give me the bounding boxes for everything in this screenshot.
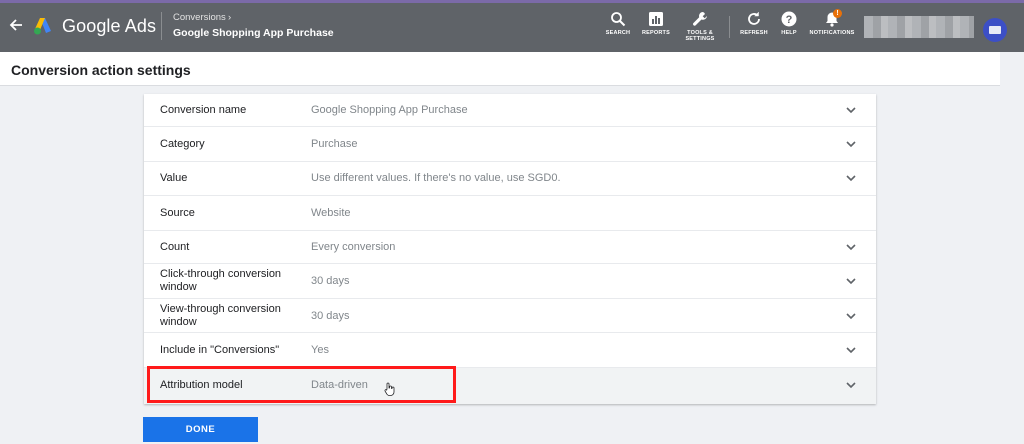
- setting-row-click-through-window[interactable]: Click-through conversion window 30 days: [144, 264, 876, 299]
- tools-settings-button[interactable]: TOOLS & SETTINGS: [680, 11, 720, 45]
- wrench-icon: [693, 12, 707, 26]
- search-icon: [611, 12, 626, 27]
- setting-label: Count: [160, 241, 190, 253]
- chevron-down-icon[interactable]: [846, 107, 856, 114]
- setting-label: Source: [160, 207, 195, 219]
- highlight-annotation-box: [147, 366, 456, 403]
- breadcrumb-parent[interactable]: Conversions: [173, 12, 226, 23]
- account-info-redacted[interactable]: [864, 16, 974, 38]
- setting-row-value[interactable]: Value Use different values. If there's n…: [144, 162, 876, 196]
- help-label: HELP: [781, 30, 797, 36]
- chevron-down-icon[interactable]: [846, 244, 856, 251]
- refresh-label: REFRESH: [740, 30, 768, 36]
- help-icon: ?: [781, 11, 797, 27]
- breadcrumb-chevron-icon: ›: [228, 12, 232, 23]
- reports-button[interactable]: REPORTS: [636, 11, 676, 45]
- header-divider: [161, 12, 162, 40]
- setting-value: Use different values. If there's no valu…: [311, 172, 561, 184]
- refresh-button[interactable]: REFRESH: [734, 11, 774, 45]
- chevron-down-icon[interactable]: [846, 347, 856, 354]
- setting-value: Website: [311, 207, 351, 219]
- setting-row-include-in-conversions[interactable]: Include in "Conversions" Yes: [144, 333, 876, 368]
- page-header: Conversion action settings: [0, 52, 1000, 86]
- top-app-bar: Google Ads Conversions › Google Shopping…: [0, 0, 1024, 52]
- svg-text:?: ?: [786, 14, 793, 26]
- setting-value: Purchase: [311, 138, 358, 150]
- chevron-down-icon[interactable]: [846, 175, 856, 182]
- setting-value: 30 days: [311, 310, 350, 322]
- search-button[interactable]: SEARCH: [598, 11, 638, 45]
- setting-row-source: Source Website: [144, 196, 876, 231]
- notifications-label: NOTIFICATIONS: [809, 30, 855, 36]
- notifications-button[interactable]: ! NOTIFICATIONS: [809, 9, 855, 45]
- setting-value: Every conversion: [311, 241, 396, 253]
- setting-row-view-through-window[interactable]: View-through conversion window 30 days: [144, 299, 876, 333]
- chevron-down-icon[interactable]: [846, 141, 856, 148]
- setting-label: View-through conversion window: [160, 303, 281, 328]
- setting-label: Conversion name: [160, 104, 247, 116]
- reports-label: REPORTS: [642, 30, 670, 36]
- refresh-icon: [748, 12, 760, 25]
- help-button[interactable]: ? HELP: [769, 11, 809, 45]
- search-label: SEARCH: [605, 30, 631, 36]
- setting-label: Include in "Conversions": [160, 344, 280, 356]
- tools-settings-label: TOOLS & SETTINGS: [685, 30, 715, 42]
- setting-value: 30 days: [311, 275, 350, 287]
- setting-row-conversion-name[interactable]: Conversion name Google Shopping App Purc…: [144, 94, 876, 127]
- setting-row-count[interactable]: Count Every conversion: [144, 231, 876, 264]
- chevron-down-icon[interactable]: [846, 382, 856, 389]
- setting-value: Google Shopping App Purchase: [311, 104, 468, 116]
- reports-icon: [649, 12, 663, 26]
- setting-value: Yes: [311, 344, 329, 356]
- avatar[interactable]: [983, 18, 1007, 42]
- chevron-down-icon[interactable]: [846, 278, 856, 285]
- done-button[interactable]: DONE: [143, 417, 258, 442]
- brand-name[interactable]: Google Ads: [62, 16, 156, 37]
- settings-card: Conversion name Google Shopping App Purc…: [144, 94, 876, 404]
- google-ads-logo-icon: [34, 18, 51, 35]
- setting-label: Click-through conversion window: [160, 268, 282, 293]
- back-arrow-icon[interactable]: [6, 15, 26, 35]
- breadcrumb-current: Google Shopping App Purchase: [173, 27, 334, 39]
- setting-label: Value: [160, 172, 188, 184]
- chevron-down-icon[interactable]: [846, 313, 856, 320]
- setting-row-category[interactable]: Category Purchase: [144, 127, 876, 162]
- hand-cursor-icon: [384, 382, 395, 396]
- page-title: Conversion action settings: [11, 62, 191, 78]
- toolbar-separator: [729, 16, 730, 38]
- setting-label: Category: [160, 138, 205, 150]
- notification-badge: !: [833, 9, 842, 18]
